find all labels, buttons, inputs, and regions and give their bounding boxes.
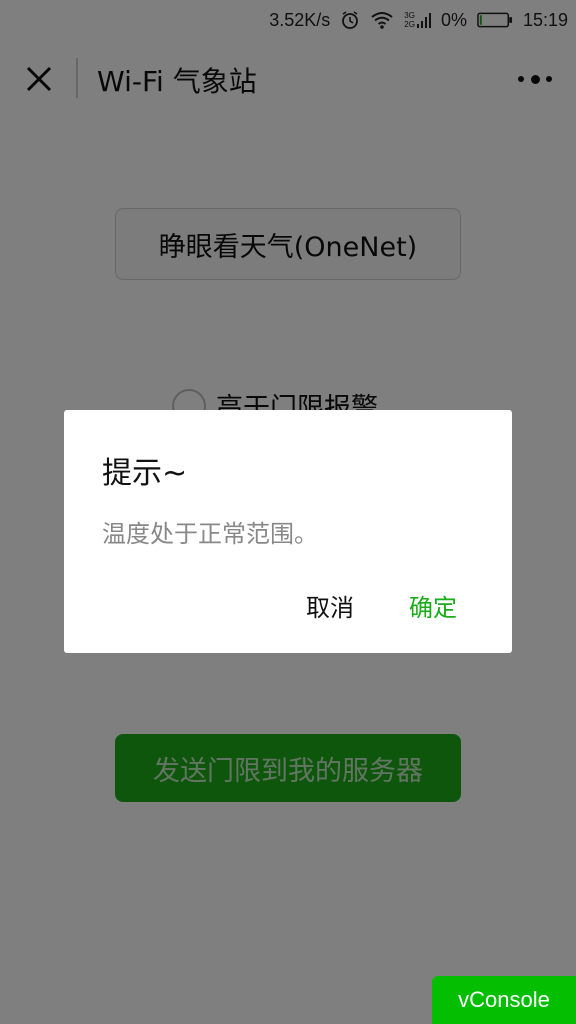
dialog-title: 提示~ [102,456,188,491]
alert-dialog: 提示~ 温度处于正常范围。 取消 确定 [64,410,512,653]
dialog-message: 温度处于正常范围。 [102,520,318,548]
vconsole-button[interactable]: vConsole [432,976,576,1024]
app-screen: 3.52K/s 3G 2G [0,0,576,1024]
cancel-button[interactable]: 取消 [306,588,354,623]
confirm-button[interactable]: 确定 [409,588,457,623]
modal-overlay-top [0,0,576,40]
